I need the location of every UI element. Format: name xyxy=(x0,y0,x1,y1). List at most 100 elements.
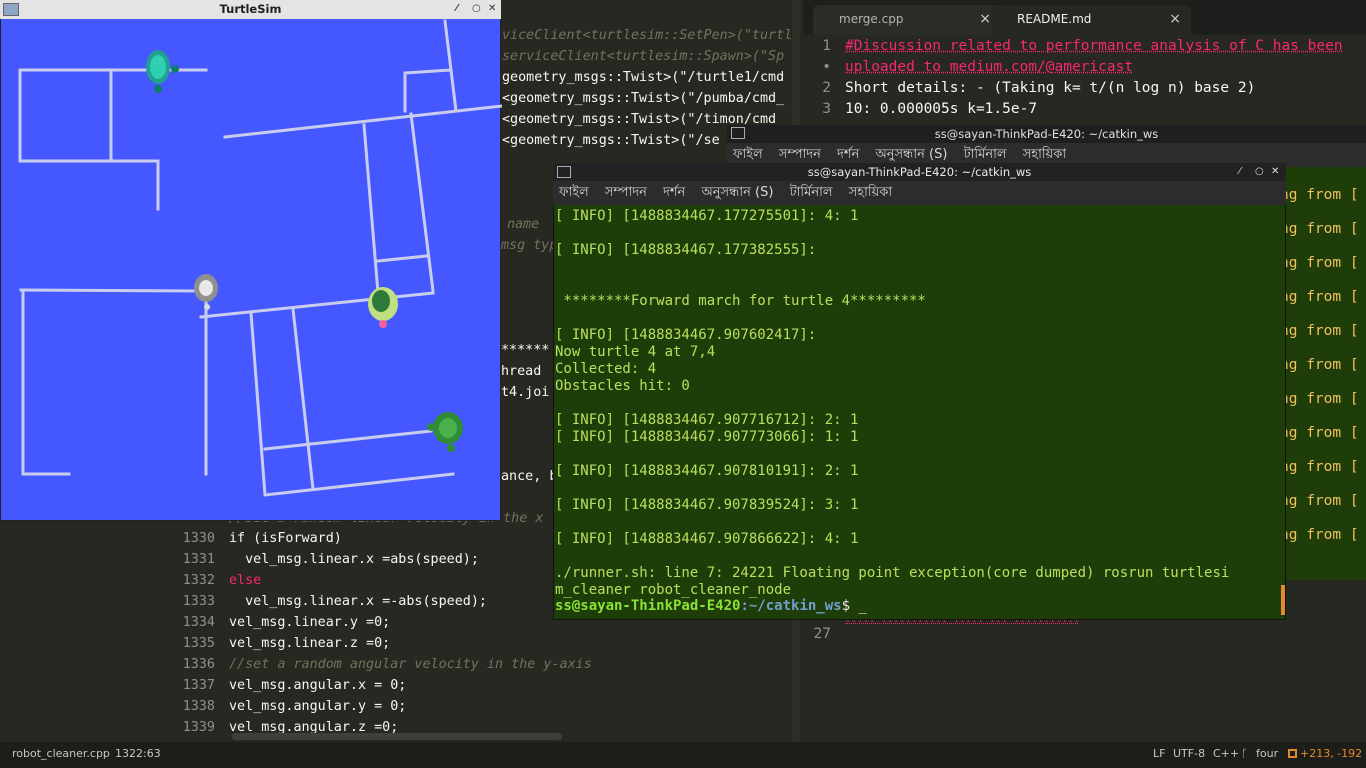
close-icon[interactable]: ✕ xyxy=(488,0,496,18)
terminal-text: ng from [ xyxy=(1280,357,1359,373)
terminal-text: ng from [ xyxy=(1280,255,1359,271)
status-git-branch[interactable]: four xyxy=(1256,742,1278,766)
turtle-sprite xyxy=(146,50,179,93)
status-bar: robot_cleaner.cpp 1322:63 LF UTF-8 C++ ᚴ… xyxy=(0,742,1366,768)
terminal-front-menubar: ফাইল সম্পাদন দর্শন অনুসন্ধান (S) টার্মিন… xyxy=(553,181,1286,205)
terminal-line: [ INFO] [1488834467.177275501]: 4: 1 xyxy=(555,208,859,224)
md-line-number: 27 xyxy=(813,626,831,642)
terminal-text: ng from [ xyxy=(1280,527,1359,543)
terminal-line: m_cleaner robot_cleaner_node xyxy=(555,582,792,598)
md-line: • uploaded to medium.com/@americast xyxy=(822,59,1134,75)
code-fragment: <geometry_msgs::Twist>("/pumba/cmd_ xyxy=(502,91,785,106)
terminal-scrollbar[interactable] xyxy=(1281,585,1285,615)
maximize-icon[interactable]: ○ xyxy=(472,0,481,18)
terminal-icon xyxy=(731,127,745,139)
code-fragment: name xyxy=(507,217,540,232)
terminal-line: [ INFO] [1488834467.907716712]: 2: 1 xyxy=(555,412,859,428)
turtle-sprite xyxy=(194,274,218,310)
md-line: 3 10: 0.000005s k=1.5e-7 xyxy=(822,101,1038,117)
left-sidebar xyxy=(0,520,165,742)
terminal-line: Collected: 4 xyxy=(555,361,657,377)
horizontal-scrollbar[interactable] xyxy=(232,733,562,740)
menu-file[interactable]: ফাইল xyxy=(559,181,589,205)
code-fragment: <geometry_msgs::Twist>("/se xyxy=(502,133,720,148)
terminal-text: ng from [ xyxy=(1280,221,1359,237)
terminal-back-titlebar[interactable]: ss@sayan-ThinkPad-E420: ~/catkin_ws xyxy=(727,125,1366,143)
menu-help[interactable]: সহায়িকা xyxy=(849,181,892,205)
terminal-line: [ INFO] [1488834467.907866622]: 4: 1 xyxy=(555,531,859,547)
code-line: 1338 vel_msg.angular.y = 0; xyxy=(182,699,407,714)
md-line: 1 #Discussion related to performance anal… xyxy=(822,38,1343,54)
terminal-text: ng from [ xyxy=(1280,187,1359,203)
terminal-line: Obstacles hit: 0 xyxy=(555,378,690,394)
terminal-prompt[interactable]: ss@sayan-ThinkPad-E420:~/catkin_ws$ _ xyxy=(555,598,867,615)
code-line: 1336//set a random angular velocity in t… xyxy=(182,657,592,672)
code-line: 1333 vel_msg.linear.x =-abs(speed); xyxy=(182,594,487,609)
code-fragment: geometry_msgs::Twist>("/turtle1/cmd xyxy=(502,70,785,85)
app-icon xyxy=(3,3,19,16)
minimize-icon[interactable]: ⁄ xyxy=(1239,163,1241,181)
code-fragment: serviceClient<turtlesim::Spawn>("Sp xyxy=(502,49,785,64)
terminal-text: ng from [ xyxy=(1280,391,1359,407)
code-line: 1335 vel_msg.linear.z =0; xyxy=(182,636,391,651)
status-git-diff[interactable]: +213, -192 xyxy=(1300,742,1362,766)
code-line: 1334 vel_msg.linear.y =0; xyxy=(182,615,391,630)
menu-terminal[interactable]: টার্মিনাল xyxy=(790,181,833,205)
turtle-sprite xyxy=(368,287,398,328)
prompt-user: ss@sayan-ThinkPad-E420 xyxy=(555,598,741,614)
git-branch-icon: ᚴ xyxy=(1241,747,1248,760)
terminal-text: ng from [ xyxy=(1280,289,1359,305)
close-icon[interactable]: × xyxy=(979,5,991,33)
menu-search[interactable]: অনুসন্ধান (S) xyxy=(701,181,773,205)
menu-view[interactable]: দর্শন xyxy=(663,181,685,205)
terminal-line: ********Forward march for turtle 4******… xyxy=(555,293,926,309)
turtlesim-window[interactable] xyxy=(0,0,502,521)
code-fragment: ****** xyxy=(501,343,550,358)
terminal-text: ng from [ xyxy=(1280,323,1359,339)
terminal-line: [ INFO] [1488834467.907602417]: xyxy=(555,327,817,343)
menu-edit[interactable]: সম্পাদন xyxy=(605,181,647,205)
prompt-cursor: $ _ xyxy=(841,598,867,614)
maximize-icon[interactable]: ○ xyxy=(1255,163,1264,181)
close-icon[interactable]: × xyxy=(1169,5,1181,33)
status-language[interactable]: C++ xyxy=(1213,742,1239,766)
diff-icon xyxy=(1288,749,1297,758)
status-encoding[interactable]: UTF-8 xyxy=(1173,742,1205,766)
turtlesim-titlebar[interactable]: TurtleSim ⁄ ○ ✕ xyxy=(0,0,501,19)
tab-readme-md[interactable]: README.md × xyxy=(991,5,1191,35)
code-fragment: msg typ xyxy=(501,238,558,253)
code-line: 1331 vel_msg.linear.x =abs(speed); xyxy=(182,552,479,567)
terminal-line: [ INFO] [1488834467.907773066]: 1: 1 xyxy=(555,429,859,445)
tab-bar: merge.cpp × README.md × xyxy=(803,0,1366,35)
terminal-text: ng from [ xyxy=(1280,493,1359,509)
terminal-text: ng from [ xyxy=(1280,425,1359,441)
tab-label: merge.cpp xyxy=(839,12,904,26)
terminal-front-titlebar[interactable]: ss@sayan-ThinkPad-E420: ~/catkin_ws ⁄ ○ … xyxy=(553,163,1286,181)
tab-merge-cpp[interactable]: merge.cpp × xyxy=(813,5,1001,35)
window-title: TurtleSim xyxy=(219,2,282,16)
prompt-path: :~/catkin_ws xyxy=(740,598,842,614)
window-title: ss@sayan-ThinkPad-E420: ~/catkin_ws xyxy=(807,165,1032,179)
turtlesim-canvas xyxy=(18,19,502,497)
terminal-line: [ INFO] [1488834467.907810191]: 2: 1 xyxy=(555,463,859,479)
code-fragment: ance, b xyxy=(501,469,558,484)
close-icon[interactable]: ✕ xyxy=(1271,163,1279,181)
minimize-icon[interactable]: ⁄ xyxy=(456,0,458,18)
terminal-icon xyxy=(557,166,571,178)
terminal-text: ng from [ xyxy=(1280,459,1359,475)
status-filename: robot_cleaner.cpp xyxy=(12,747,110,760)
terminal-line: Now turtle 4 at 7,4 xyxy=(555,344,716,360)
code-line: 1337 vel_msg.angular.x = 0; xyxy=(182,678,407,693)
status-line-ending[interactable]: LF xyxy=(1153,742,1165,766)
code-fragment: hread xyxy=(501,364,542,379)
code-line: 1332 else xyxy=(182,573,262,588)
code-fragment: t4.joi xyxy=(501,385,550,400)
terminal-line: [ INFO] [1488834467.177382555]: xyxy=(555,242,817,258)
terminal-line: [ INFO] [1488834467.907839524]: 3: 1 xyxy=(555,497,859,513)
code-line: 1330 if (isForward) xyxy=(182,531,342,546)
md-line: 2 Short details: - (Taking k= t/(n log n)… xyxy=(822,80,1256,96)
tab-label: README.md xyxy=(1017,12,1092,26)
status-cursor-position[interactable]: 1322:63 xyxy=(115,742,161,766)
terminal-line: ./runner.sh: line 7: 24221 Floating poin… xyxy=(555,565,1230,581)
code-fragment: viceClient<turtlesim::SetPen>("turtl xyxy=(502,28,793,43)
